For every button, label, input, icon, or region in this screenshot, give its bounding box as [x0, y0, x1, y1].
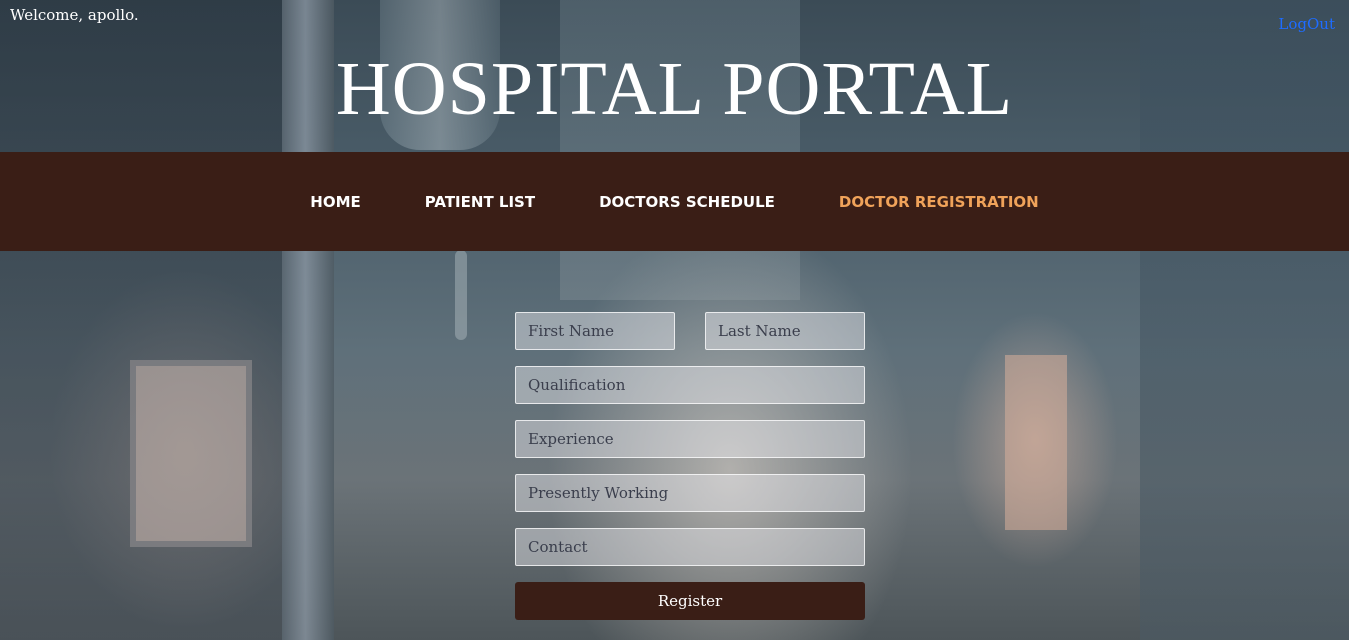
presently-working-field[interactable]: [515, 474, 865, 512]
contact-row: [515, 528, 865, 566]
last-name-field[interactable]: [705, 312, 865, 350]
register-button[interactable]: Register: [515, 582, 865, 620]
experience-row: [515, 420, 865, 458]
qualification-row: [515, 366, 865, 404]
page-title: HOSPITAL PORTAL: [335, 47, 1014, 131]
experience-field[interactable]: [515, 420, 865, 458]
nav-item-doctors-schedule[interactable]: DOCTORS SCHEDULE: [599, 193, 775, 211]
name-row: [515, 312, 865, 350]
main-nav: HOME PATIENT LIST DOCTORS SCHEDULE DOCTO…: [0, 152, 1349, 251]
background-iv-tube: [455, 250, 467, 340]
background-ceiling: [560, 0, 800, 300]
welcome-text: Welcome, apollo.: [10, 6, 139, 24]
background-door-left: [130, 360, 252, 547]
contact-field[interactable]: [515, 528, 865, 566]
nav-item-patient-list[interactable]: PATIENT LIST: [425, 193, 535, 211]
logout-link[interactable]: LogOut: [1278, 15, 1335, 33]
page: Welcome, apollo. LogOut HOSPITAL PORTAL …: [0, 0, 1349, 640]
doctor-registration-form: Register: [515, 312, 865, 620]
background-door-right: [1005, 355, 1067, 530]
nav-item-doctor-registration[interactable]: DOCTOR REGISTRATION: [839, 193, 1039, 211]
first-name-field[interactable]: [515, 312, 675, 350]
presently-working-row: [515, 474, 865, 512]
qualification-field[interactable]: [515, 366, 865, 404]
nav-item-home[interactable]: HOME: [310, 193, 360, 211]
